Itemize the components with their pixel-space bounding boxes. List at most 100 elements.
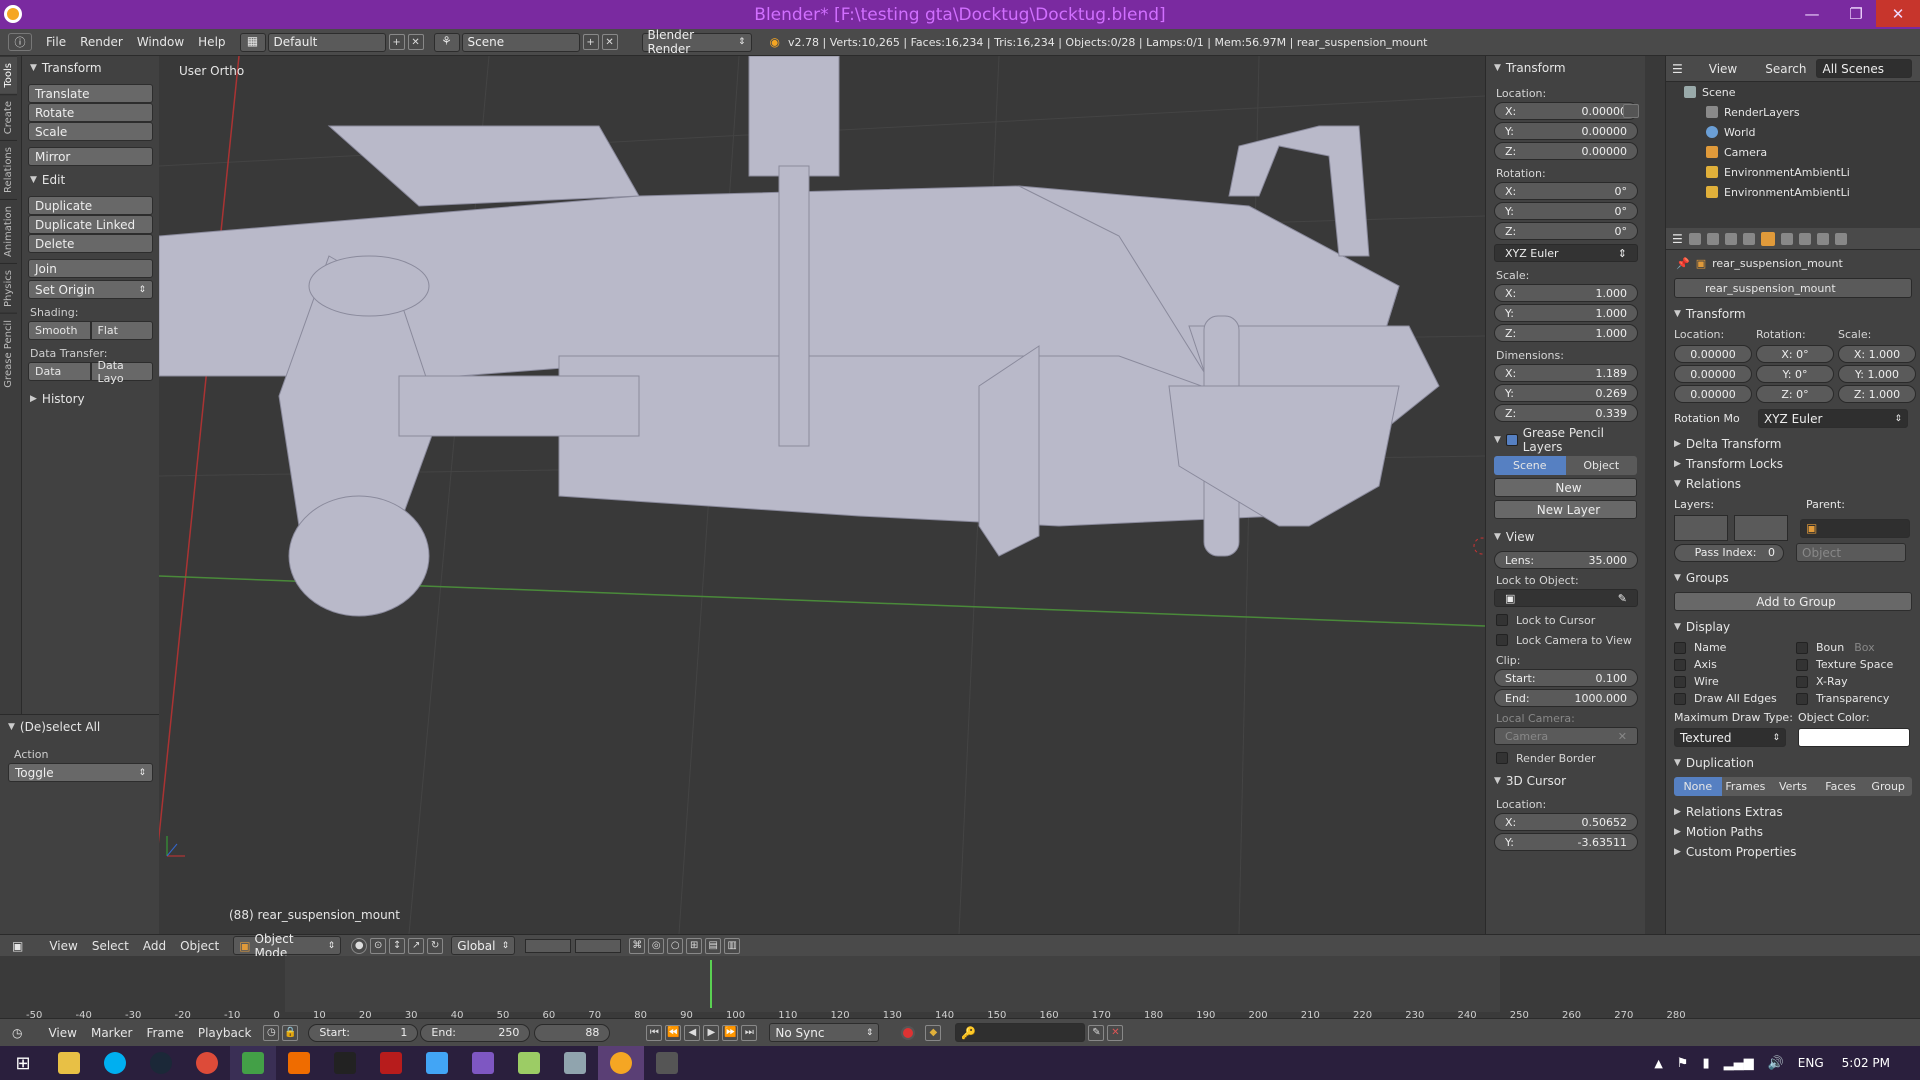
- props-transform-header[interactable]: Transform: [1666, 304, 1920, 324]
- lock-icon[interactable]: [1623, 104, 1639, 118]
- new-gp-button[interactable]: New: [1494, 478, 1637, 497]
- n-transform-header[interactable]: Transform: [1486, 58, 1645, 78]
- local-camera-field[interactable]: Camera ✕: [1494, 727, 1638, 745]
- dup-frames-button[interactable]: Frames: [1721, 777, 1770, 796]
- translate-manipulator-icon[interactable]: ↗: [408, 937, 425, 954]
- rotation-y[interactable]: Y: 0°: [1494, 202, 1638, 220]
- layer-grid-1[interactable]: [1674, 515, 1728, 541]
- mirror-button[interactable]: Mirror: [28, 147, 153, 166]
- layers-2-icon[interactable]: [575, 938, 622, 953]
- add-menu[interactable]: Add: [143, 939, 166, 953]
- modifiers-tab-icon[interactable]: [1798, 232, 1811, 245]
- menu-help[interactable]: Help: [198, 35, 225, 49]
- edit-panel-header[interactable]: Edit: [22, 170, 159, 190]
- app-misc-icon[interactable]: [644, 1046, 690, 1080]
- app-red-icon[interactable]: [368, 1046, 414, 1080]
- lock-camera-row[interactable]: Lock Camera to View: [1486, 631, 1645, 649]
- add-layout-icon[interactable]: +: [388, 34, 405, 50]
- tab-relations[interactable]: Relations: [0, 139, 17, 199]
- opengl-render-icon[interactable]: ▥: [724, 937, 741, 954]
- render-tab-icon[interactable]: [1688, 232, 1701, 245]
- history-panel-header[interactable]: History: [22, 389, 159, 409]
- dimension-z[interactable]: Z: 0.339: [1494, 404, 1638, 422]
- insert-keyframe-icon[interactable]: ✎: [1088, 1024, 1105, 1041]
- new-layer-button[interactable]: New Layer: [1494, 500, 1637, 519]
- record-icon[interactable]: [901, 1025, 916, 1040]
- clip-end-field[interactable]: End: 1000.000: [1494, 689, 1638, 707]
- battery-icon[interactable]: ▮: [1702, 1056, 1709, 1071]
- outliner-search-menu[interactable]: Search: [1765, 62, 1806, 76]
- scale-z[interactable]: Z: 1.000: [1494, 324, 1638, 342]
- outliner-display-select[interactable]: All Scenes: [1816, 59, 1913, 78]
- delete-button[interactable]: Delete: [28, 234, 153, 253]
- scene-tab-icon[interactable]: [1724, 232, 1737, 245]
- prop-rot-x[interactable]: X: 0°: [1756, 345, 1834, 363]
- tab-grease-pencil[interactable]: Grease Pencil: [0, 312, 17, 394]
- dup-faces-button[interactable]: Faces: [1816, 777, 1865, 796]
- material-tab-icon[interactable]: [1834, 232, 1847, 245]
- prev-keyframe-icon[interactable]: ⏪: [665, 1024, 682, 1041]
- outliner-view-menu[interactable]: View: [1709, 62, 1737, 76]
- data-layout-button[interactable]: Data Layo: [90, 359, 153, 385]
- play-icon[interactable]: ▶: [703, 1024, 720, 1041]
- tab-create[interactable]: Create: [0, 93, 17, 140]
- outliner-row-env1[interactable]: EnvironmentAmbientLi: [1666, 162, 1920, 182]
- app-stack-icon[interactable]: [460, 1046, 506, 1080]
- object-name-field[interactable]: rear_suspension_mount: [1674, 278, 1912, 298]
- app-green-icon[interactable]: [230, 1046, 276, 1080]
- axis-checkbox-row[interactable]: Axis: [1674, 658, 1796, 671]
- prop-loc-z[interactable]: 0.00000: [1674, 385, 1752, 403]
- grease-pencil-header[interactable]: Grease Pencil Layers: [1486, 426, 1645, 454]
- outliner-row-renderlayers[interactable]: RenderLayers: [1666, 102, 1920, 122]
- chrome-icon[interactable]: [184, 1046, 230, 1080]
- remove-layout-icon[interactable]: ✕: [407, 34, 424, 50]
- prop-scale-z[interactable]: Z: 1.000: [1838, 385, 1916, 403]
- select-menu[interactable]: Select: [92, 939, 129, 953]
- add-to-group-button[interactable]: Add to Group: [1674, 592, 1912, 611]
- current-frame-field[interactable]: 88: [534, 1023, 611, 1042]
- marker-menu[interactable]: Marker: [91, 1026, 132, 1040]
- outliner-row-world[interactable]: World: [1666, 122, 1920, 142]
- name-checkbox-row[interactable]: Name: [1674, 641, 1796, 654]
- scale-x[interactable]: X: 1.000: [1494, 284, 1638, 302]
- scale-button[interactable]: Scale: [28, 122, 153, 141]
- manipulator-icon[interactable]: ↕: [389, 937, 406, 954]
- duplication-header[interactable]: Duplication: [1666, 753, 1920, 773]
- pass-index-field[interactable]: Pass Index: 0: [1674, 543, 1784, 562]
- preview-range-icon[interactable]: ◷: [263, 1024, 280, 1041]
- editor-type-info-icon[interactable]: ⓘ: [8, 33, 32, 51]
- transform-locks-header[interactable]: Transform Locks: [1666, 454, 1920, 474]
- xray-checkbox-row[interactable]: X-Ray: [1796, 675, 1916, 688]
- network-icon[interactable]: ▂▄▆: [1724, 1056, 1754, 1071]
- transparency-checkbox-row[interactable]: Transparency: [1796, 692, 1916, 705]
- display-header[interactable]: Display: [1666, 617, 1920, 637]
- draw-all-edges-checkbox-row[interactable]: Draw All Edges: [1674, 692, 1796, 705]
- render-border-row[interactable]: Render Border: [1486, 749, 1645, 767]
- bounds-checkbox-row[interactable]: Boun Box: [1796, 641, 1916, 654]
- object-color-swatch[interactable]: [1798, 728, 1910, 747]
- pin-icon[interactable]: 📌: [1676, 257, 1690, 270]
- outliner-row-camera[interactable]: Camera: [1666, 142, 1920, 162]
- add-scene-icon[interactable]: +: [582, 34, 599, 50]
- dup-none-button[interactable]: None: [1674, 777, 1722, 796]
- object-tab-icon[interactable]: [1760, 231, 1775, 246]
- lock-layers-icon[interactable]: ⌘: [629, 937, 646, 954]
- pivot-icon[interactable]: ⊙: [370, 937, 387, 954]
- layout-selector[interactable]: Default: [267, 32, 386, 52]
- menu-file[interactable]: File: [46, 35, 66, 49]
- smooth-button[interactable]: Smooth: [28, 321, 91, 340]
- 3d-view-editor-icon[interactable]: ▣: [12, 939, 23, 953]
- lock-range-icon[interactable]: 🔒: [282, 1024, 299, 1041]
- delta-transform-header[interactable]: Delta Transform: [1666, 434, 1920, 454]
- location-y[interactable]: Y: 0.00000: [1494, 122, 1638, 140]
- volume-icon[interactable]: 🔊: [1768, 1056, 1784, 1071]
- delete-keyframe-icon[interactable]: ✕: [1107, 1024, 1124, 1041]
- constraints-tab-icon[interactable]: [1780, 232, 1793, 245]
- prop-scale-y[interactable]: Y: 1.000: [1838, 365, 1916, 383]
- close-icon[interactable]: ✕: [1876, 0, 1920, 27]
- render-preview-icon[interactable]: ▤: [705, 937, 722, 954]
- 3d-cursor-header[interactable]: 3D Cursor: [1486, 771, 1645, 791]
- motion-paths-header[interactable]: Motion Paths: [1666, 822, 1920, 842]
- start-frame-field[interactable]: Start: 1: [308, 1023, 419, 1042]
- tab-animation[interactable]: Animation: [0, 198, 17, 263]
